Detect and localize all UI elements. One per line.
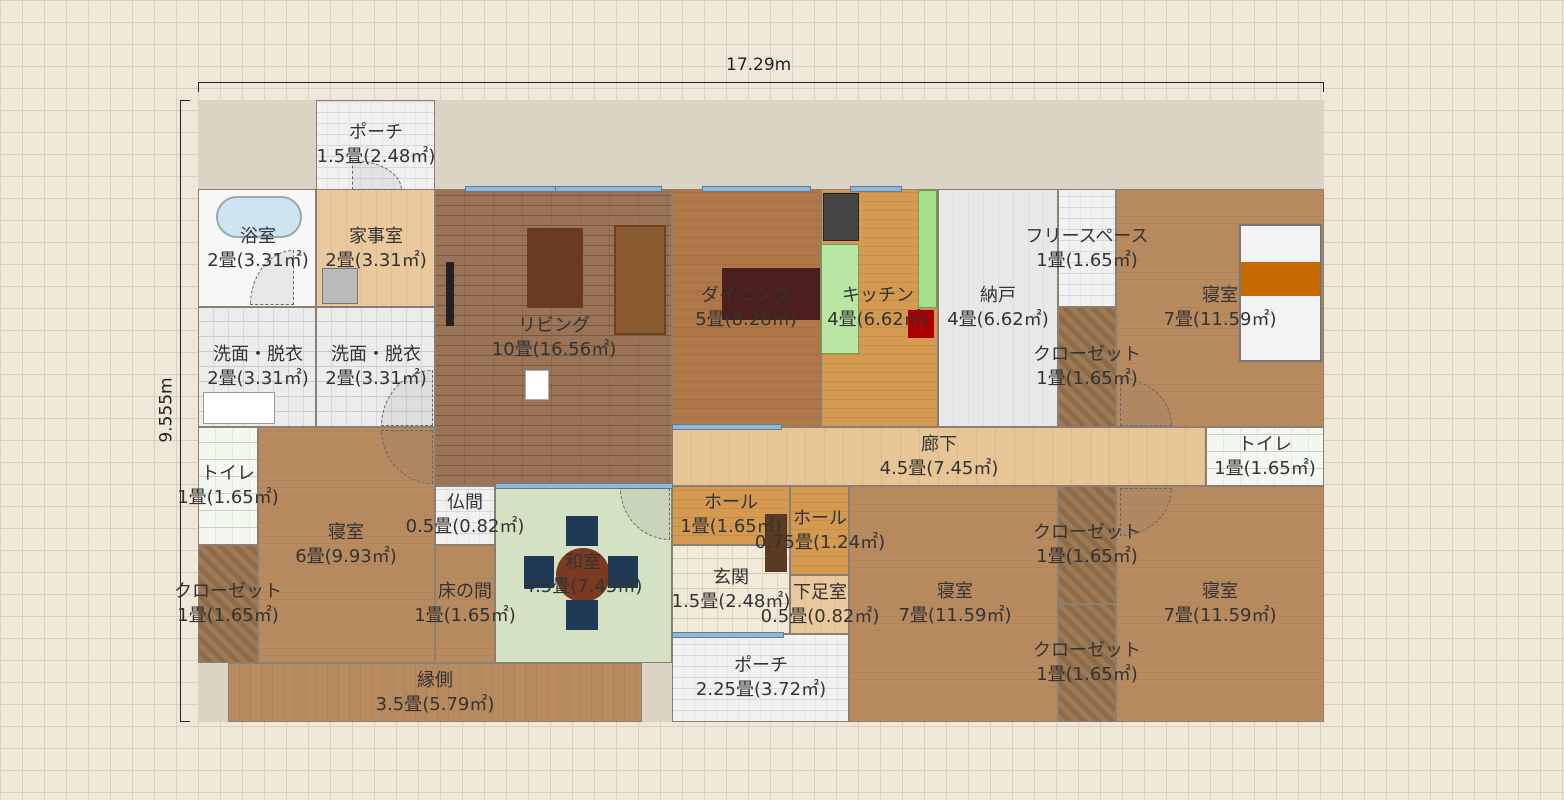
room-label: 床の間 1畳(1.65㎡) [414,581,516,626]
room-label: 納戸 4畳(6.62㎡) [947,285,1049,330]
room-label: 寝室 6畳(9.93㎡) [295,522,397,567]
room-label: トイレ 1畳(1.65㎡) [1214,434,1316,479]
room-label: クローゼット 1畳(1.65㎡) [1033,640,1141,685]
room-label: 縁側 3.5畳(5.79㎡) [375,670,495,715]
width-dimension-tick-right [1323,82,1324,92]
window-dining [702,186,811,192]
room-label: トイレ 1畳(1.65㎡) [177,463,279,508]
height-dimension-label: 9.555m [156,377,177,443]
room-label: 寝室 7畳(11.59㎡) [1163,581,1277,626]
washing-machine [322,268,358,304]
stove [823,193,859,241]
tv-unit [446,262,454,326]
room-label: 家事室 2畳(3.31㎡) [325,226,427,271]
height-dimension-tick-bottom [180,721,190,722]
window-kitchen [850,186,902,192]
room-label: 寝室 7畳(11.59㎡) [898,581,1012,626]
room-label: 和室 4.5畳(7.45㎡) [523,552,643,597]
room-label: フリースペース 1畳(1.65㎡) [1025,226,1149,271]
washbasin [203,392,275,424]
cushion-top [566,516,598,546]
room-label: 洗面・脱衣 2畳(3.31㎡) [207,344,309,389]
width-dimension-tick-left [198,82,199,92]
sofa [614,225,666,335]
height-dimension-tick-top [180,100,190,101]
room-label: リビング 10畳(16.56㎡) [491,315,617,360]
width-dimension-label: 17.29m [726,55,792,75]
height-dimension-line [180,100,181,722]
room-label: 下足室 0.5畳(0.82㎡) [760,582,880,627]
room-label: 寝室 7畳(11.59㎡) [1163,285,1277,330]
window-corridor [672,424,782,430]
room-label: 洗面・脱衣 2畳(3.31㎡) [325,344,427,389]
room-label: クローゼット 1畳(1.65㎡) [1033,522,1141,567]
window-entrance [672,632,784,638]
room-label: ポーチ 2.25畳(3.72㎡) [695,655,827,700]
room-label: クローゼット 1畳(1.65㎡) [174,581,282,626]
room-label: ポーチ 1.5畳(2.48㎡) [316,122,436,167]
room-label: 廊下 4.5畳(7.45㎡) [879,434,999,479]
window-living-2 [555,186,662,192]
room-label: ダイニング 5畳(8.28㎡) [695,285,797,330]
window-living-1 [465,186,557,192]
room-label: クローゼット 1畳(1.65㎡) [1033,344,1141,389]
room-label: ホール 0.75畳(1.24㎡) [754,508,886,553]
living-table [527,228,583,308]
room-label: 浴室 2畳(3.31㎡) [207,226,309,271]
cushion-bottom [566,600,598,630]
room-label: 仏間 0.5畳(0.82㎡) [405,492,525,537]
width-dimension-line [198,82,1324,83]
living-chair [525,370,549,400]
room-label: キッチン 4畳(6.62㎡) [827,285,929,330]
